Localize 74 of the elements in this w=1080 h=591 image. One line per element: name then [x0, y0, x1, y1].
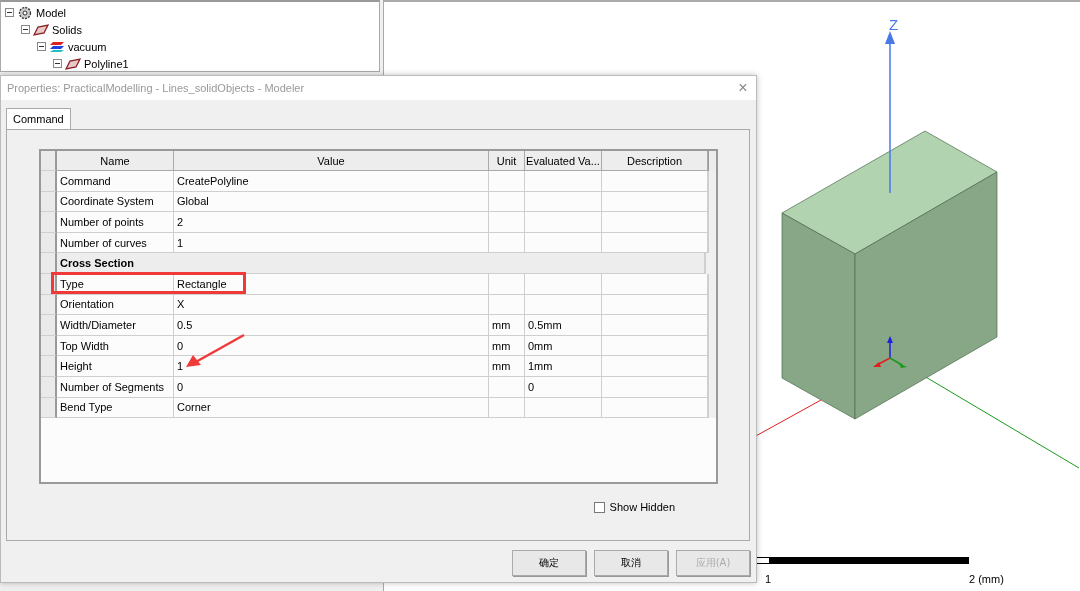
column-header[interactable]: Unit — [489, 151, 525, 171]
table-cell: Rectangle — [174, 273, 489, 295]
scale-label: 1 — [765, 573, 772, 585]
tree-item[interactable]: Polyline1 — [84, 57, 129, 70]
table-cell: Number of Segments — [57, 376, 174, 398]
table-cell: Coordinate System — [57, 191, 174, 213]
solid-icon — [33, 23, 49, 36]
table-cell: X — [174, 294, 489, 316]
table-cell — [489, 294, 525, 316]
table-cell: Command — [57, 171, 174, 192]
table-cell: Corner — [174, 397, 489, 419]
table-cell: Width/Diameter — [57, 315, 174, 336]
checkbox-label: Show Hidden — [609, 501, 675, 513]
table-cell: Top Width — [57, 335, 174, 357]
collapse-icon[interactable] — [5, 8, 14, 17]
row-header[interactable] — [41, 253, 57, 274]
show-hidden-checkbox[interactable]: Show Hidden — [593, 501, 675, 513]
table-cell: Height — [57, 356, 174, 377]
row-header[interactable] — [41, 232, 57, 254]
table-cell: Number of points — [57, 212, 174, 233]
table-cell: 0mm — [525, 335, 602, 357]
table-cell: 2 — [174, 212, 489, 233]
table-cell: Global — [174, 191, 489, 213]
checkbox[interactable] — [593, 501, 605, 513]
row-header[interactable] — [41, 397, 57, 419]
table-cell: Orientation — [57, 294, 174, 316]
table-cell: Bend Type — [57, 397, 174, 419]
window-title: Properties: PracticalModelling - Lines_solidObjects - Modeler — [7, 82, 305, 94]
row-header[interactable] — [41, 212, 57, 233]
table-cell: 0 — [174, 376, 489, 398]
table-cell: 1mm — [525, 356, 602, 377]
axis-triad-icon — [873, 336, 907, 368]
section-header: Cross Section — [57, 253, 705, 274]
dialog-button[interactable]: 取消 — [594, 550, 668, 576]
layers-icon — [49, 40, 65, 53]
table-cell: mm — [489, 356, 525, 377]
table-cell — [489, 397, 525, 419]
row-header[interactable] — [41, 335, 57, 357]
table-cell: CreatePolyline — [174, 171, 489, 192]
table-cell: mm — [489, 315, 525, 336]
table-cell — [489, 273, 525, 295]
table-cell — [489, 376, 525, 398]
collapse-icon[interactable] — [21, 25, 30, 34]
collapse-icon[interactable] — [37, 42, 46, 51]
scale-label: 2 (mm) — [969, 573, 1004, 585]
column-header[interactable]: Value — [174, 151, 489, 171]
table-cell — [489, 171, 525, 192]
row-header[interactable] — [41, 171, 57, 192]
solid-icon — [65, 57, 81, 70]
table-cell: 1 — [174, 356, 489, 377]
row-header[interactable] — [41, 356, 57, 377]
column-header[interactable]: Name — [57, 151, 174, 171]
column-header[interactable]: Evaluated Va... — [525, 151, 602, 171]
gear-icon — [17, 5, 33, 20]
table-cell: 0.5 — [174, 315, 489, 336]
tree-item[interactable]: vacuum — [68, 40, 107, 53]
table-cell — [489, 212, 525, 233]
dialog-button[interactable]: 确定 — [512, 550, 586, 576]
collapse-icon[interactable] — [53, 59, 62, 68]
table-cell: 0 — [525, 376, 602, 398]
close-button[interactable]: × — [730, 77, 756, 99]
row-header[interactable] — [41, 376, 57, 398]
tab[interactable]: Command — [6, 108, 71, 129]
row-header[interactable] — [41, 191, 57, 213]
table-cell: 0 — [174, 335, 489, 357]
row-header[interactable] — [41, 315, 57, 336]
table-cell: 0.5mm — [525, 315, 602, 336]
table-cell — [489, 191, 525, 213]
tree-item[interactable]: Model — [36, 6, 66, 19]
tree-item[interactable]: Solids — [52, 23, 82, 36]
table-cell: Type — [57, 273, 174, 295]
row-header[interactable] — [41, 294, 57, 316]
axis-label: Z — [889, 16, 899, 33]
table-cell: mm — [489, 335, 525, 357]
